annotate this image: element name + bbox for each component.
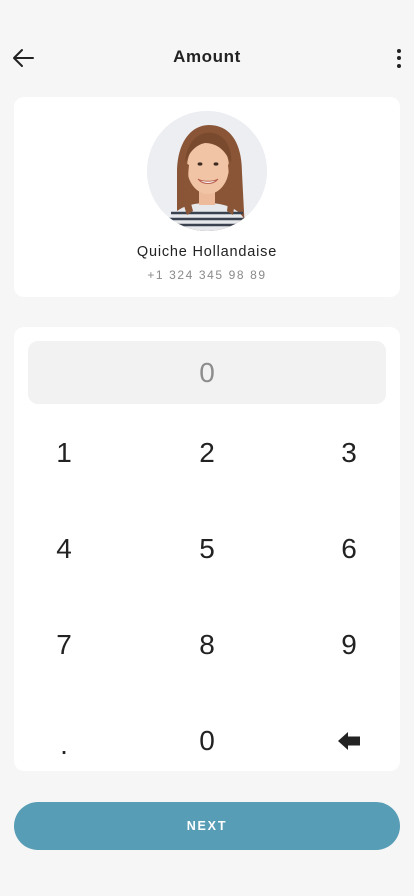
page-title: Amount: [173, 47, 241, 66]
key-decimal[interactable]: .: [14, 701, 114, 781]
key-1[interactable]: 1: [14, 413, 114, 493]
more-vertical-icon: [397, 48, 401, 53]
keypad-card: 0 1 2 3 4 5 6 7 8 9 . 0: [14, 327, 400, 771]
key-backspace[interactable]: [299, 701, 399, 781]
next-button[interactable]: NEXT: [14, 802, 400, 850]
key-7[interactable]: 7: [14, 605, 114, 685]
avatar: [147, 111, 267, 231]
key-2[interactable]: 2: [157, 413, 257, 493]
key-5[interactable]: 5: [157, 509, 257, 589]
key-6[interactable]: 6: [299, 509, 399, 589]
contact-card: Quiche Hollandaise +1 324 345 98 89: [14, 97, 400, 297]
contact-phone: +1 324 345 98 89: [147, 268, 267, 282]
backspace-icon: [338, 732, 360, 750]
key-8[interactable]: 8: [157, 605, 257, 685]
contact-name: Quiche Hollandaise: [136, 244, 278, 260]
more-options-button[interactable]: [392, 45, 406, 71]
key-0[interactable]: 0: [157, 701, 257, 781]
avatar-photo: [147, 111, 267, 231]
key-4[interactable]: 4: [14, 509, 114, 589]
key-3[interactable]: 3: [299, 413, 399, 493]
amount-display[interactable]: 0: [28, 341, 386, 404]
key-9[interactable]: 9: [299, 605, 399, 685]
